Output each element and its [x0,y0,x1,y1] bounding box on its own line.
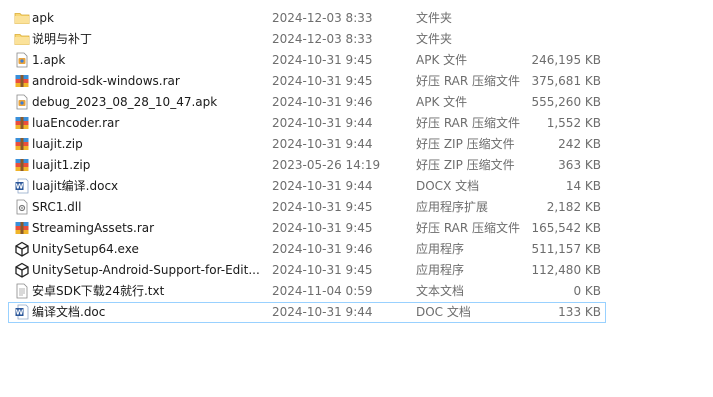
file-row[interactable]: apk 2024-12-03 8:33 文件夹 [8,8,606,29]
file-type: DOCX 文档 [416,179,480,193]
file-type: 好压 RAR 压缩文件 [416,116,521,130]
file-row[interactable]: UnitySetup-Android-Support-for-Edit... 20… [8,260,606,281]
apk-file-icon [14,52,30,68]
file-size [531,30,601,49]
archive-file-icon [14,136,30,152]
file-name: apk [32,11,54,25]
folder-icon [14,31,30,47]
file-name: luajit.zip [32,137,83,151]
file-type: 好压 RAR 压缩文件 [416,74,521,88]
file-date-modified: 2024-12-03 8:33 [272,32,373,46]
file-row[interactable]: android-sdk-windows.rar 2024-10-31 9:45 好压… [8,71,606,92]
file-row[interactable]: luajit1.zip 2023-05-26 14:19 好压 ZIP 压缩文件 36… [8,155,606,176]
file-row[interactable]: luaEncoder.rar 2024-10-31 9:44 好压 RAR 压缩文件… [8,113,606,134]
file-name: luaEncoder.rar [32,116,120,130]
file-name: UnitySetup64.exe [32,242,139,256]
svg-text:W: W [16,309,24,317]
file-name: android-sdk-windows.rar [32,74,180,88]
file-type: APK 文件 [416,53,468,67]
file-size [531,9,601,28]
file-size: 1,552 KB [546,116,601,130]
file-row[interactable]: 说明与补丁 2024-12-03 8:33 文件夹 [8,29,606,50]
file-row[interactable]: StreamingAssets.rar 2024-10-31 9:45 好压 RAR… [8,218,606,239]
file-name: 编译文档.doc [32,305,106,319]
archive-file-icon [14,157,30,173]
file-row[interactable]: W 编译文档.doc 2024-10-31 9:44 DOC 文档 133 KB [8,302,606,323]
file-row[interactable]: luajit.zip 2024-10-31 9:44 好压 ZIP 压缩文件 242 … [8,134,606,155]
archive-file-icon [14,115,30,131]
file-size: 133 KB [558,305,601,319]
unity-app-icon [14,262,30,278]
file-size: 375,681 KB [531,74,601,88]
word-document-icon: W [14,178,30,194]
file-name: UnitySetup-Android-Support-for-Edit... [32,263,260,277]
file-size: 2,182 KB [546,200,601,214]
file-size: 0 KB [573,284,601,298]
file-row[interactable]: 1.apk 2024-10-31 9:45 APK 文件 246,195 KB [8,50,606,71]
file-type: APK 文件 [416,95,468,109]
file-date-modified: 2024-10-31 9:44 [272,137,373,151]
file-size: 112,480 KB [531,263,601,277]
file-name: debug_2023_08_28_10_47.apk [32,95,218,109]
file-type: 应用程序 [416,242,465,256]
file-type: 好压 ZIP 压缩文件 [416,137,515,151]
file-size: 363 KB [558,158,601,172]
file-name: luajit编译.docx [32,179,119,193]
file-row[interactable]: UnitySetup64.exe 2024-10-31 9:46 应用程序 511,1… [8,239,606,260]
file-type: 文件夹 [416,32,453,46]
file-date-modified: 2023-05-26 14:19 [272,158,381,172]
file-type: 应用程序 [416,263,465,277]
apk-file-icon [14,94,30,110]
dll-file-icon [14,199,30,215]
file-date-modified: 2024-10-31 9:45 [272,53,373,67]
svg-text:W: W [16,183,24,191]
file-row[interactable]: 安卓SDK下载24就行.txt 2024-11-04 0:59 文本文档 0 KB [8,281,606,302]
file-type: DOC 文档 [416,305,471,319]
file-size: 555,260 KB [531,95,601,109]
file-row[interactable]: SRC1.dll 2024-10-31 9:45 应用程序扩展 2,182 KB [8,197,606,218]
file-size: 14 KB [565,179,601,193]
file-type: 文本文档 [416,284,465,298]
file-date-modified: 2024-10-31 9:44 [272,179,373,193]
file-size: 165,542 KB [531,221,601,235]
file-list: apk 2024-12-03 8:33 文件夹 说明与补丁 2024-12-03 8:3… [8,8,606,323]
text-file-icon [14,283,30,299]
file-name: SRC1.dll [32,200,82,214]
file-date-modified: 2024-12-03 8:33 [272,11,373,25]
archive-file-icon [14,73,30,89]
file-date-modified: 2024-10-31 9:46 [272,242,373,256]
file-date-modified: 2024-10-31 9:45 [272,263,373,277]
file-type: 应用程序扩展 [416,200,489,214]
file-size: 242 KB [558,137,601,151]
file-size: 511,157 KB [531,242,601,256]
file-name: StreamingAssets.rar [32,221,155,235]
file-name: 安卓SDK下载24就行.txt [32,284,165,298]
file-type: 好压 RAR 压缩文件 [416,221,521,235]
word-document-icon: W [14,304,30,320]
file-row[interactable]: Wluajit编译.docx 2024-10-31 9:44 DOCX 文档 14 K… [8,176,606,197]
file-date-modified: 2024-10-31 9:45 [272,200,373,214]
file-name: 说明与补丁 [32,32,93,46]
unity-app-icon [14,241,30,257]
file-date-modified: 2024-10-31 9:46 [272,95,373,109]
archive-file-icon [14,220,30,236]
file-date-modified: 2024-11-04 0:59 [272,284,373,298]
file-date-modified: 2024-10-31 9:44 [272,116,373,130]
file-date-modified: 2024-10-31 9:45 [272,221,373,235]
file-type: 文件夹 [416,11,453,25]
file-row[interactable]: debug_2023_08_28_10_47.apk 2024-10-31 9:4… [8,92,606,113]
file-type: 好压 ZIP 压缩文件 [416,158,515,172]
folder-icon [14,10,30,26]
file-date-modified: 2024-10-31 9:45 [272,74,373,88]
file-date-modified: 2024-10-31 9:44 [272,305,373,319]
file-name: luajit1.zip [32,158,91,172]
file-name: 1.apk [32,53,66,67]
file-size: 246,195 KB [531,53,601,67]
